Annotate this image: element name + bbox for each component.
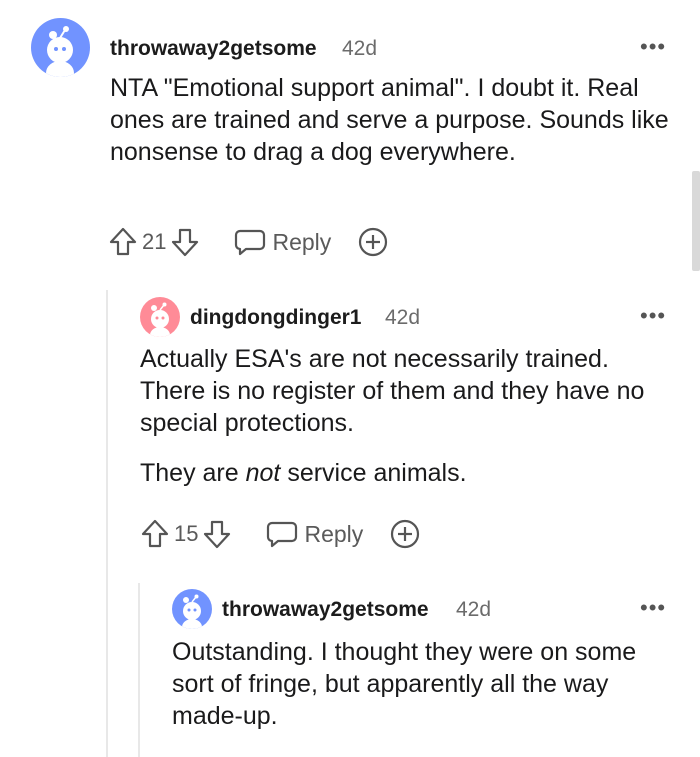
avatar[interactable] [31,18,90,77]
downvote-icon[interactable] [170,226,200,258]
comment-body: NTA "Emotional support animal". I doubt … [110,72,670,168]
emphasis-text: not [245,459,281,487]
comment-body: Actually ESA's are not necessarily train… [140,343,670,489]
thread-line [138,583,140,757]
username[interactable]: throwaway2getsome [222,598,429,622]
reply-button[interactable]: Reply [266,519,363,549]
avatar[interactable] [140,297,180,337]
reply-button[interactable]: Reply [234,227,331,257]
comment-body: Outstanding. I thought they were on some… [172,636,677,732]
vote-count: 21 [142,229,167,254]
upvote-icon[interactable] [108,226,138,258]
overflow-menu-icon[interactable]: ••• [640,305,666,327]
snoo-avatar-icon [150,302,170,337]
scrollbar[interactable] [692,171,700,271]
username[interactable]: dingdongdinger1 [190,306,361,330]
overflow-menu-icon[interactable]: ••• [640,36,666,58]
comment-paragraph: NTA "Emotional support animal". I doubt … [110,74,669,166]
thread-line [106,290,108,757]
reply-bubble-icon [267,521,298,548]
award-icon[interactable] [357,226,389,258]
reply-label: Reply [272,228,332,255]
comment-actions: 15 Reply [140,518,421,550]
avatar[interactable] [172,589,212,629]
comment-paragraph: Actually ESA's are not necessarily train… [140,345,645,437]
overflow-menu-icon[interactable]: ••• [640,597,666,619]
downvote-icon[interactable] [202,518,232,550]
reply-bubble-icon [235,229,266,256]
comment-paragraph: Outstanding. I thought they were on some… [172,638,637,730]
comment-paragraph: They are not service animals. [140,459,467,487]
vote-count: 15 [174,521,199,546]
upvote-icon[interactable] [140,518,170,550]
comment-age: 42d [385,306,421,329]
snoo-avatar-icon [46,26,74,77]
comment-age: 42d [456,598,492,621]
award-icon[interactable] [389,518,421,550]
reply-label: Reply [304,520,364,547]
comment-actions: 21 Reply [108,226,389,258]
snoo-avatar-icon [182,594,202,629]
comment-age: 42d [342,37,378,60]
username[interactable]: throwaway2getsome [110,37,317,61]
